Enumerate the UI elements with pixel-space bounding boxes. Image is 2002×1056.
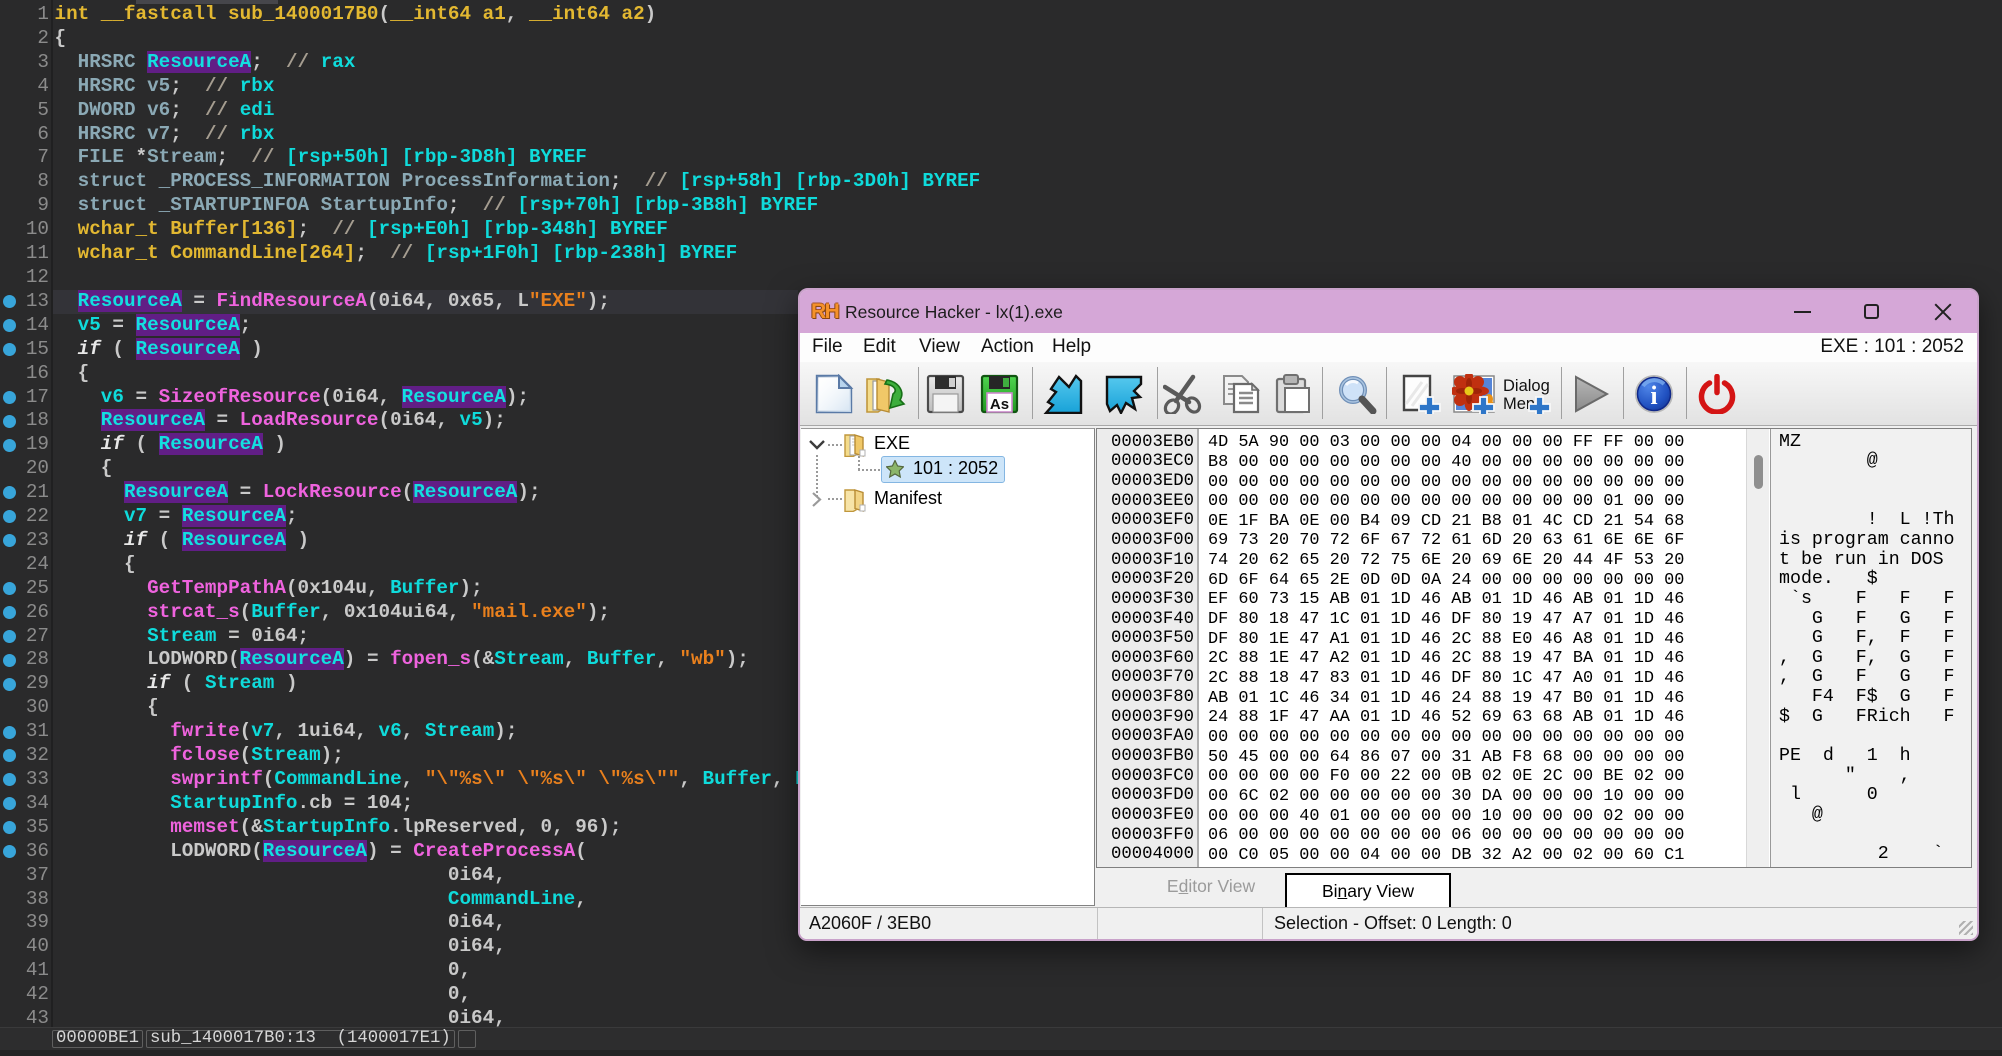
- svg-text:i: i: [1650, 381, 1657, 410]
- svg-text:Dialog: Dialog: [1503, 377, 1550, 395]
- svg-text:As: As: [990, 396, 1009, 413]
